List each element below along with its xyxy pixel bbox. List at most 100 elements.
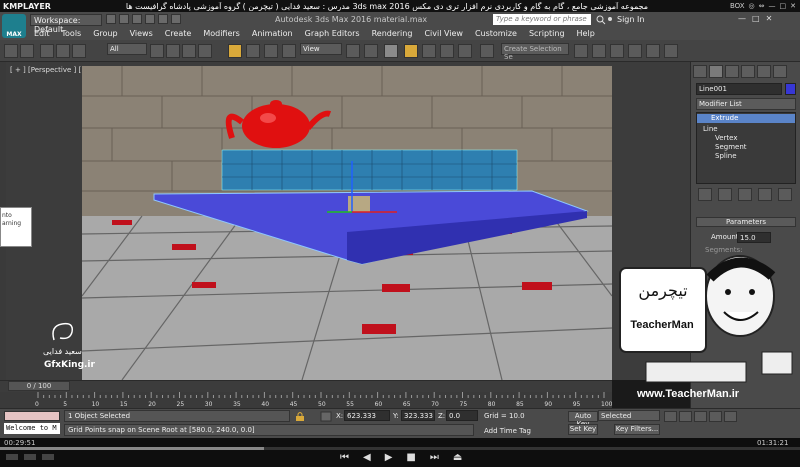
playlist-icon[interactable] [6,454,18,460]
configure-modifier-sets-icon[interactable] [778,188,792,201]
z-coordinate[interactable]: 0.0 [446,410,478,421]
motion-tab-icon[interactable] [741,65,755,78]
select-object-icon[interactable] [150,44,164,58]
angle-snap-icon[interactable] [422,44,436,58]
layer-explorer-icon[interactable] [610,44,624,58]
menu-graph-editors[interactable]: Graph Editors [299,28,366,40]
menu-customize[interactable]: Customize [469,28,523,40]
next-icon[interactable]: ⏭ [430,452,439,463]
key-filters-button[interactable]: Key Filters... [614,424,660,435]
scale-icon[interactable] [264,44,278,58]
menu-create[interactable]: Create [159,28,198,40]
menu-civil-view[interactable]: Civil View [418,28,469,40]
curve-editor-icon[interactable] [646,44,660,58]
frame-counter[interactable]: 0 / 100 [8,381,70,391]
vr-icon[interactable] [42,454,54,460]
placement-icon[interactable] [282,44,296,58]
maximize-icon[interactable]: □ [752,14,760,23]
box-button[interactable]: BOX [730,2,745,10]
parameters-rollout[interactable]: Parameters [696,217,796,227]
scene-render[interactable] [82,66,612,380]
edit-named-selection-icon[interactable] [480,44,494,58]
absolute-mode-icon[interactable] [320,411,332,422]
add-time-tag[interactable]: Add Time Tag [484,427,531,435]
menu-modifiers[interactable]: Modifiers [197,28,246,40]
amount-spinner[interactable]: 15.0 [737,232,771,243]
pin-stack-icon[interactable] [698,188,712,201]
selection-filter-dropdown[interactable]: All [107,43,147,55]
display-tab-icon[interactable] [757,65,771,78]
save-file-icon[interactable] [132,14,142,24]
maxscript-listener-mini[interactable] [4,411,60,421]
remove-modifier-icon[interactable] [758,188,772,201]
set-key-button[interactable]: Set Key [568,424,598,435]
material-editor-icon[interactable] [664,44,678,58]
menu-scripting[interactable]: Scripting [523,28,571,40]
go-to-end-icon[interactable] [724,411,737,422]
new-file-icon[interactable] [106,14,116,24]
auto-key-button[interactable]: Auto Key [568,411,598,428]
make-unique-icon[interactable] [738,188,752,201]
link-icon[interactable] [40,44,54,58]
x-coordinate[interactable]: 623.333 [344,410,390,421]
show-end-result-icon[interactable] [718,188,732,201]
lock-selection-icon[interactable] [294,411,306,422]
previous-frame-icon[interactable] [679,411,692,422]
rotate-icon[interactable] [246,44,260,58]
tile-box[interactable] [221,149,518,191]
select-by-name-icon[interactable] [166,44,180,58]
bind-space-warp-icon[interactable] [72,44,86,58]
search-icon[interactable] [594,14,614,25]
menu-edit[interactable]: Edit [28,28,56,40]
redo-icon[interactable] [20,44,34,58]
unlink-icon[interactable] [56,44,70,58]
y-coordinate[interactable]: 323.333 [401,410,435,421]
hierarchy-tab-icon[interactable] [725,65,739,78]
go-to-start-icon[interactable] [664,411,677,422]
key-selection-dropdown[interactable]: Selected [598,410,660,421]
resize-icon[interactable]: ⇔ [759,2,765,10]
maximize-icon[interactable]: □ [780,2,787,10]
workspace-dropdown[interactable]: Workspace: Default [30,14,102,34]
graphite-toolbar-icon[interactable] [628,44,642,58]
stack-item-spline[interactable]: Spline [715,152,737,160]
menu-animation[interactable]: Animation [246,28,299,40]
spinner-snap-icon[interactable] [458,44,472,58]
utilities-tab-icon[interactable] [773,65,787,78]
project-folder-icon[interactable] [171,14,181,24]
search-input[interactable]: Type a keyword or phrase [493,14,591,25]
rectangular-selection-icon[interactable] [182,44,196,58]
close-icon[interactable]: ✕ [766,14,773,23]
named-selection-sets-dropdown[interactable]: Create Selection Se [501,43,569,61]
select-manipulate-icon[interactable] [364,44,378,58]
time-slider[interactable] [0,380,612,392]
kmplayer-logo[interactable]: KMPLAYER [0,2,51,11]
modifier-list-dropdown[interactable]: Modifier List [696,98,796,110]
snaps-toggle-icon[interactable] [404,44,418,58]
undo-icon[interactable] [145,14,155,24]
target-icon[interactable]: ◎ [749,2,755,10]
play-icon[interactable] [694,411,707,422]
modify-tab-icon[interactable] [709,65,723,78]
open-file-icon[interactable] [119,14,129,24]
undo-icon[interactable] [4,44,18,58]
rewind-icon[interactable]: ◀ [363,452,371,463]
stack-item-line[interactable]: Line [703,125,718,133]
maxscript-input[interactable]: Welcome to M [4,423,60,434]
menu-views[interactable]: Views [124,28,159,40]
previous-icon[interactable]: ⏮ [340,452,349,463]
mirror-icon[interactable] [574,44,588,58]
max-app-button[interactable]: MAX [2,14,26,38]
menu-help[interactable]: Help [571,28,601,40]
reference-coordinate-dropdown[interactable]: View [300,43,342,55]
align-icon[interactable] [592,44,606,58]
stack-item-extrude[interactable]: Extrude [697,114,795,123]
next-frame-icon[interactable] [709,411,722,422]
menu-rendering[interactable]: Rendering [366,28,419,40]
3d-icon[interactable] [24,454,36,460]
object-color-swatch[interactable] [785,83,796,95]
close-icon[interactable]: ✕ [790,2,796,10]
minimize-icon[interactable]: — [769,2,776,10]
percent-snap-icon[interactable] [440,44,454,58]
play-icon[interactable]: ▶ [385,452,393,463]
